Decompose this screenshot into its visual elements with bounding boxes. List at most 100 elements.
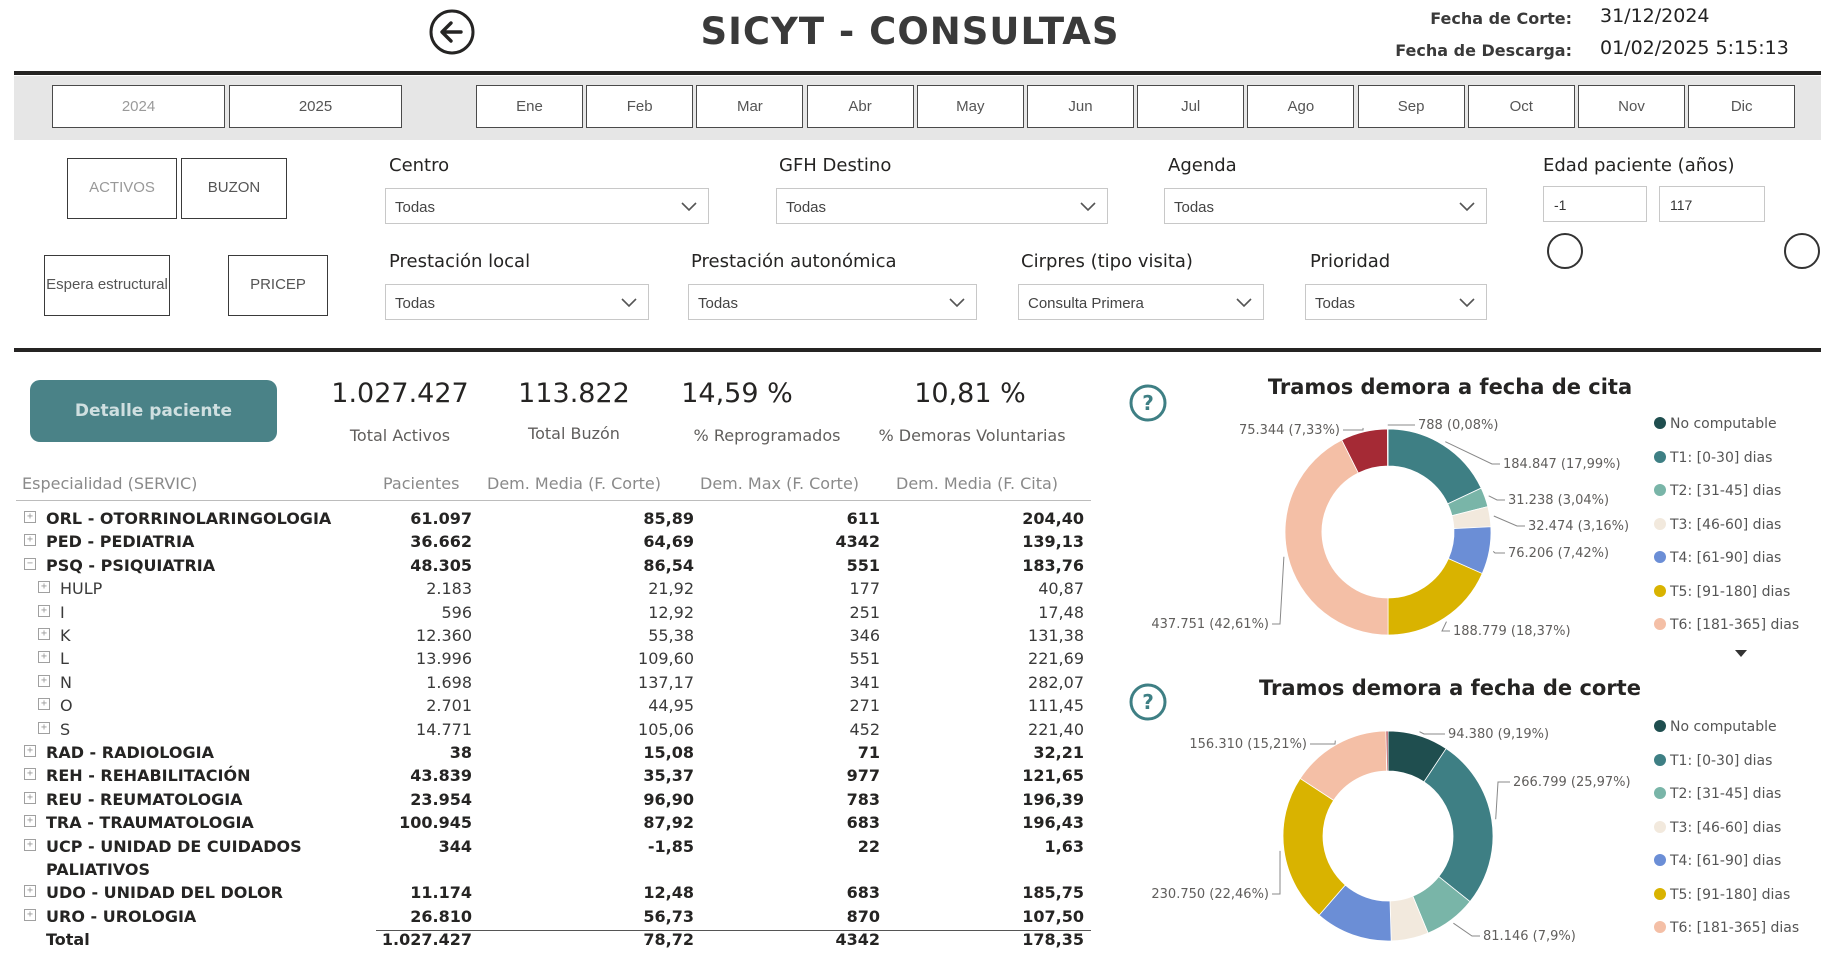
agenda-dropdown[interactable]: Todas — [1164, 188, 1487, 224]
expand-row-icon[interactable]: + — [38, 628, 50, 640]
dem-media-cita-cell: 107,50 — [1022, 906, 1084, 926]
expand-row-icon[interactable]: + — [24, 745, 36, 757]
edad-slider-min-handle[interactable] — [1547, 233, 1583, 269]
expand-row-icon[interactable]: + — [38, 698, 50, 711]
table-row[interactable]: + N 1.698 137,17 341 282,07 — [16, 671, 1091, 695]
donut-chart-fecha-cita: 184.847 (17,99%) 31.238 (3,04%) 32.474 (3,… — [1151, 418, 1629, 639]
table-total-row[interactable]: Total 1.027.427 78,72 4342 178,35 — [16, 928, 1091, 952]
month-may-button[interactable]: May — [916, 85, 1024, 128]
centro-dropdown[interactable]: Todas — [385, 188, 709, 224]
expand-row-icon[interactable]: + — [24, 768, 36, 781]
edad-min-input[interactable]: -1 — [1543, 186, 1647, 222]
col-header-especialidad[interactable]: Especialidad (SERVIC) — [22, 474, 197, 493]
col-header-dem-max-corte[interactable]: Dem. Max (F. Corte) — [700, 474, 859, 493]
month-sep-button[interactable]: Sep — [1357, 85, 1465, 128]
month-ene-button[interactable]: Ene — [476, 85, 583, 128]
legend-item[interactable]: T5: [91-180] dias — [1654, 584, 1790, 600]
donut-slice[interactable] — [1282, 777, 1346, 916]
pacientes-cell: 14.771 — [416, 719, 472, 739]
month-dic-button[interactable]: Dic — [1688, 85, 1796, 128]
month-ago-button[interactable]: Ago — [1247, 85, 1355, 128]
month-jul-button[interactable]: Jul — [1137, 85, 1245, 128]
table-row[interactable]: + RAD - RADIOLOGIA 38 15,08 71 32,21 — [16, 741, 1091, 765]
col-header-pacientes[interactable]: Pacientes — [383, 474, 459, 493]
pacientes-cell: 344 — [438, 836, 472, 856]
expand-row-icon[interactable]: + — [24, 815, 36, 828]
table-row[interactable]: + I 596 12,92 251 17,48 — [16, 601, 1091, 625]
legend-item[interactable]: No computable — [1654, 416, 1777, 432]
month-mar-button[interactable]: Mar — [696, 85, 804, 128]
expand-row-icon[interactable]: + — [38, 604, 50, 617]
table-row[interactable]: + ORL - OTORRINOLARINGOLOGIA 61.097 85,89 61… — [16, 507, 1091, 531]
expand-row-icon[interactable]: + — [38, 721, 50, 734]
legend-item[interactable]: T3: [46-60] dias — [1654, 517, 1781, 533]
table-row[interactable]: + O 2.701 44,95 271 111,45 — [16, 694, 1091, 718]
legend-item[interactable]: T1: [0-30] dias — [1654, 450, 1772, 466]
table-row[interactable]: + S 14.771 105,06 452 221,40 — [16, 718, 1091, 742]
expand-row-icon[interactable]: + — [24, 838, 36, 851]
table-row[interactable]: + UCP - UNIDAD DE CUIDADOS 344 -1,85 22 1,63 — [16, 835, 1091, 859]
expand-row-icon[interactable]: + — [24, 885, 36, 898]
donut-slice[interactable] — [1284, 439, 1389, 636]
table-row[interactable]: + REH - REHABILITACIÓN 43.839 35,37 977 121,6… — [16, 764, 1091, 788]
donut-slice[interactable] — [1423, 748, 1494, 903]
expand-row-icon[interactable]: + — [24, 511, 36, 523]
legend-item[interactable]: T6: [181-365] dias — [1654, 920, 1799, 936]
prestacion-autonomica-dropdown[interactable]: Todas — [688, 284, 977, 320]
legend-item[interactable]: T5: [91-180] dias — [1654, 887, 1790, 903]
expand-row-icon[interactable]: + — [38, 674, 50, 687]
buzon-button[interactable]: BUZON — [181, 158, 287, 219]
legend-scroll-down-icon[interactable] — [1734, 648, 1748, 658]
gfh-destino-dropdown[interactable]: Todas — [776, 188, 1108, 224]
table-row[interactable]: + URO - UROLOGIA 26.810 56,73 870 107,50 — [16, 905, 1091, 929]
collapse-row-icon[interactable]: − — [24, 557, 36, 570]
month-abr-button[interactable]: Abr — [806, 85, 914, 128]
table-row[interactable]: + REU - REUMATOLOGIA 23.954 96,90 783 196,39 — [16, 788, 1091, 812]
expand-row-icon[interactable]: + — [24, 908, 36, 921]
expand-row-icon[interactable]: + — [38, 651, 50, 664]
table-row[interactable]: + HULP 2.183 21,92 177 40,87 — [16, 577, 1091, 601]
expand-row-icon[interactable]: + — [24, 534, 36, 547]
col-header-dem-media-cita[interactable]: Dem. Media (F. Cita) — [896, 474, 1058, 493]
detalle-paciente-button[interactable]: Detalle paciente — [30, 380, 277, 442]
year-2025-button[interactable]: 2025 — [229, 85, 402, 128]
legend-item[interactable]: T2: [31-45] dias — [1654, 483, 1781, 499]
year-2024-button[interactable]: 2024 — [52, 85, 225, 128]
expand-row-icon[interactable]: + — [38, 581, 50, 594]
pacientes-cell: 61.097 — [410, 509, 472, 528]
back-arrow-icon[interactable] — [428, 8, 476, 56]
month-jun-button[interactable]: Jun — [1027, 85, 1134, 128]
prestacion-local-value: Todas — [395, 295, 436, 312]
activos-button[interactable]: ACTIVOS — [67, 158, 177, 219]
table-row[interactable]: + TRA - TRAUMATOLOGIA 100.945 87,92 683 196,4… — [16, 811, 1091, 835]
espera-estructural-button[interactable]: Espera estructural — [44, 255, 170, 316]
legend-item[interactable]: T1: [0-30] dias — [1654, 753, 1772, 769]
table-row[interactable]: + K 12.360 55,38 346 131,38 — [16, 624, 1091, 648]
table-row[interactable]: + L 13.996 109,60 551 221,69 — [16, 647, 1091, 671]
legend-swatch — [1654, 820, 1666, 833]
prestacion-local-dropdown[interactable]: Todas — [385, 284, 649, 320]
table-row[interactable]: + UDO - UNIDAD DEL DOLOR 11.174 12,48 683 185… — [16, 881, 1091, 905]
month-feb-button[interactable]: Feb — [586, 85, 694, 128]
kpi-reprogramados-value: 14,59 % — [681, 378, 793, 409]
legend-item[interactable]: T4: [61-90] dias — [1654, 550, 1781, 566]
edad-max-input[interactable]: 117 — [1659, 186, 1765, 222]
legend-item[interactable]: T6: [181-365] dias — [1654, 617, 1799, 633]
legend-item[interactable]: No computable — [1654, 719, 1777, 735]
prioridad-dropdown[interactable]: Todas — [1305, 284, 1487, 320]
pricep-button[interactable]: PRICEP — [228, 255, 328, 316]
expand-row-icon[interactable]: + — [24, 791, 36, 804]
table-row[interactable]: + PED - PEDIATRIA 36.662 64,69 4342 139,13 — [16, 530, 1091, 554]
table-row[interactable]: − PSQ - PSIQUIATRIA 48.305 86,54 551 183,76 — [16, 554, 1091, 578]
donut-slice[interactable] — [1387, 428, 1482, 505]
cirpres-dropdown[interactable]: Consulta Primera — [1018, 284, 1264, 320]
month-nov-button[interactable]: Nov — [1578, 85, 1685, 128]
legend-item[interactable]: T3: [46-60] dias — [1654, 820, 1781, 836]
month-oct-button[interactable]: Oct — [1467, 85, 1575, 128]
donut-slice[interactable] — [1385, 730, 1389, 772]
edad-slider-max-handle[interactable] — [1784, 233, 1820, 269]
legend-item[interactable]: T2: [31-45] dias — [1654, 786, 1781, 802]
col-header-dem-media-corte[interactable]: Dem. Media (F. Corte) — [487, 474, 661, 493]
legend-item[interactable]: T4: [61-90] dias — [1654, 853, 1781, 869]
dem-max-corte-cell: 71 — [857, 743, 880, 762]
